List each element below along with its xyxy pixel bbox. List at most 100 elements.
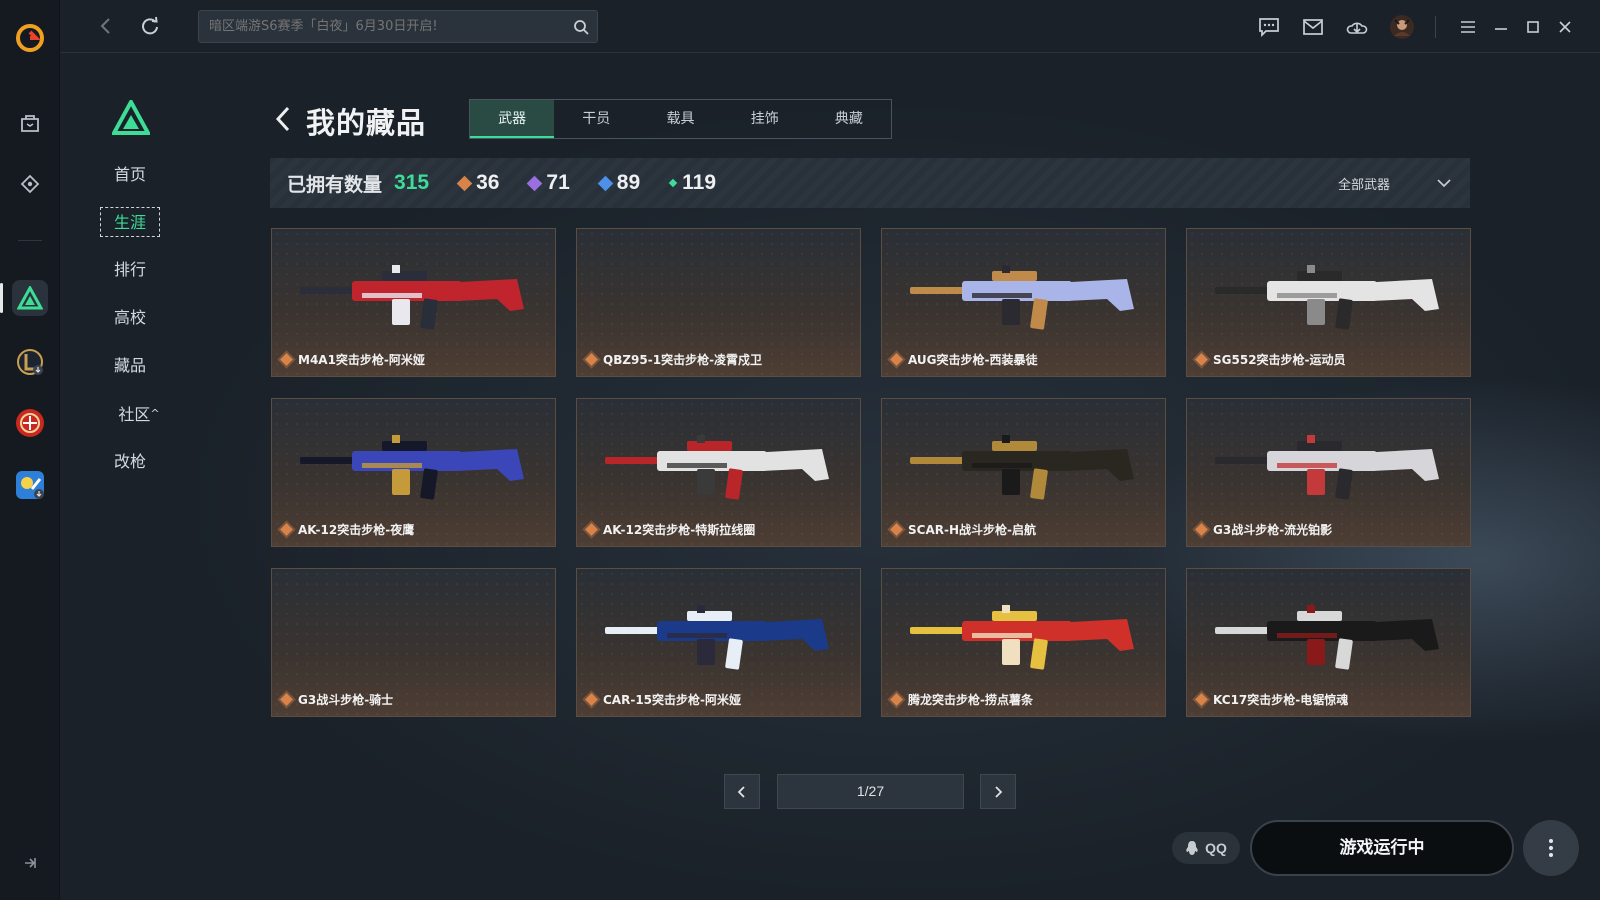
tab-charms[interactable]: 挂饰 <box>723 100 807 138</box>
weapon-name: AK-12突击步枪-特斯拉线圈 <box>603 523 756 537</box>
store-bag-icon[interactable] <box>12 105 48 141</box>
tier-stat-orange: 36 <box>456 171 500 195</box>
weapon-card-footer: AK-12突击步枪-特斯拉线圈 <box>585 521 756 538</box>
weapon-card-footer: KC17突击步枪-电锯惊魂 <box>1195 691 1349 708</box>
minimize-icon[interactable] <box>1488 14 1514 40</box>
weapon-name: SG552突击步枪-运动员 <box>1213 353 1346 367</box>
weapon-filter-dropdown[interactable]: 全部武器 <box>1338 158 1452 208</box>
rarity-diamond-icon <box>890 523 903 536</box>
weapon-image <box>605 605 829 670</box>
collapse-sidebar-icon[interactable] <box>12 848 48 878</box>
weapon-card-footer: G3战斗步枪-骑士 <box>280 691 393 708</box>
owned-count-label: 已拥有数量 <box>287 173 383 196</box>
arena-breakout-logo <box>112 100 150 135</box>
subnav-item-campus[interactable]: 高校 <box>100 303 160 333</box>
tier-stat-purple: 71 <box>527 171 570 195</box>
subnav-item-collection[interactable]: 藏品 <box>100 351 160 381</box>
weapon-name: M4A1突击步枪-阿米娅 <box>298 353 425 367</box>
weapon-card[interactable]: SG552突击步枪-运动员 <box>1186 228 1471 377</box>
maximize-icon[interactable] <box>1520 14 1546 40</box>
download-icon[interactable] <box>1344 14 1370 40</box>
search-box <box>198 10 598 43</box>
weapon-image <box>605 435 829 500</box>
weapon-card[interactable]: G3战斗步枪-骑士 <box>271 568 556 717</box>
game-running-button[interactable]: 游戏运行中 <box>1250 820 1514 876</box>
weapon-card[interactable]: QBZ95-1突击步枪-凌霄戍卫 <box>576 228 861 377</box>
rarity-diamond-icon <box>1195 693 1208 706</box>
tier-count: 36 <box>476 171 500 194</box>
subnav-item-career[interactable]: 生涯 <box>100 207 160 237</box>
weapon-image <box>910 265 1134 330</box>
rarity-diamond-icon <box>585 353 598 366</box>
more-options-button[interactable] <box>1523 820 1579 876</box>
rarity-diamond-icon <box>1195 523 1208 536</box>
app-rail <box>0 0 60 900</box>
subnav-item-gunsmith[interactable]: 改枪 <box>100 447 160 477</box>
weapon-card[interactable]: G3战斗步枪-流光铂影 <box>1186 398 1471 547</box>
weapon-name: AK-12突击步枪-夜鹰 <box>298 523 415 537</box>
ownership-stats-bar: 已拥有数量 315 36 71 89 119 全部武器 <box>270 158 1470 208</box>
rarity-diamond-icon <box>890 693 903 706</box>
weapon-image <box>300 435 524 500</box>
tier-stat-green: 119 <box>668 171 716 195</box>
subnav-item-home[interactable]: 首页 <box>100 160 160 190</box>
blue-diamond-icon <box>597 175 614 191</box>
weapon-card-footer: G3战斗步枪-流光铂影 <box>1195 521 1333 538</box>
weapon-card[interactable]: CAR-15突击步枪-阿米娅 <box>576 568 861 717</box>
search-input[interactable] <box>209 11 559 42</box>
chat-icon[interactable] <box>1256 14 1282 40</box>
weapon-card[interactable]: AK-12突击步枪-夜鹰 <box>271 398 556 547</box>
tab-weapons[interactable]: 武器 <box>470 100 555 138</box>
weapon-card[interactable]: 腾龙突击步枪-捞点薯条 <box>881 568 1166 717</box>
rarity-diamond-icon <box>585 693 598 706</box>
user-avatar[interactable] <box>1389 14 1415 40</box>
arena-breakout-game-icon[interactable] <box>12 280 48 316</box>
tab-vehicles[interactable]: 载具 <box>638 100 722 138</box>
back-chevron-icon[interactable] <box>272 104 294 134</box>
app-logo-icon[interactable] <box>12 20 48 56</box>
next-page-button[interactable] <box>980 774 1016 809</box>
crossfire-game-icon[interactable] <box>12 405 48 441</box>
close-icon[interactable] <box>1552 14 1578 40</box>
weapon-card[interactable]: AUG突击步枪-西装暴徒 <box>881 228 1166 377</box>
weapon-name: QBZ95-1突击步枪-凌霄戍卫 <box>603 353 763 367</box>
tab-operators[interactable]: 干员 <box>554 100 638 138</box>
subnav-item-ranking[interactable]: 排行 <box>100 255 160 285</box>
search-icon[interactable] <box>573 19 589 35</box>
orange-diamond-icon <box>456 175 473 191</box>
qq-button[interactable]: QQ <box>1172 832 1240 864</box>
back-icon[interactable] <box>93 13 119 39</box>
weapon-name: AUG突击步枪-西装暴徒 <box>908 353 1038 367</box>
weapon-card-footer: AUG突击步枪-西装暴徒 <box>890 351 1038 368</box>
game-tag-icon[interactable] <box>12 166 48 202</box>
weapon-card-footer: M4A1突击步枪-阿米娅 <box>280 351 425 368</box>
prev-page-button[interactable] <box>724 774 760 809</box>
mail-icon[interactable] <box>1300 14 1326 40</box>
weapon-card-footer: CAR-15突击步枪-阿米娅 <box>585 691 741 708</box>
refresh-icon[interactable] <box>137 13 163 39</box>
tab-collector[interactable]: 典藏 <box>807 100 891 138</box>
weapon-card-footer: 腾龙突击步枪-捞点薯条 <box>890 691 1033 708</box>
weapon-image <box>1215 435 1439 500</box>
page-indicator: 1/27 <box>777 774 964 809</box>
rarity-diamond-icon <box>1195 353 1208 366</box>
weapon-name: G3战斗步枪-流光铂影 <box>1213 523 1333 537</box>
weapon-card[interactable]: M4A1突击步枪-阿米娅 <box>271 228 556 377</box>
weapon-card[interactable]: SCAR-H战斗步枪-启航 <box>881 398 1166 547</box>
weapon-name: KC17突击步枪-电锯惊魂 <box>1213 693 1349 707</box>
league-of-legends-game-icon[interactable] <box>12 344 48 380</box>
qq-label: QQ <box>1205 840 1227 856</box>
rarity-diamond-icon <box>890 353 903 366</box>
weapon-card[interactable]: AK-12突击步枪-特斯拉线圈 <box>576 398 861 547</box>
window-controls-divider <box>1435 16 1436 38</box>
chevron-up-icon: ^ <box>150 407 160 420</box>
category-tabs: 武器 干员 载具 挂饰 典藏 <box>469 99 892 139</box>
subnav-item-label: 社区 <box>118 405 151 424</box>
weapon-card-footer: AK-12突击步枪-夜鹰 <box>280 521 415 538</box>
rail-divider <box>18 240 42 241</box>
cartoon-game-icon[interactable] <box>12 467 48 503</box>
weapon-name: SCAR-H战斗步枪-启航 <box>908 523 1036 537</box>
subnav-item-community[interactable]: 社区^ <box>104 399 174 429</box>
weapon-card[interactable]: KC17突击步枪-电锯惊魂 <box>1186 568 1471 717</box>
menu-icon[interactable] <box>1455 14 1481 40</box>
